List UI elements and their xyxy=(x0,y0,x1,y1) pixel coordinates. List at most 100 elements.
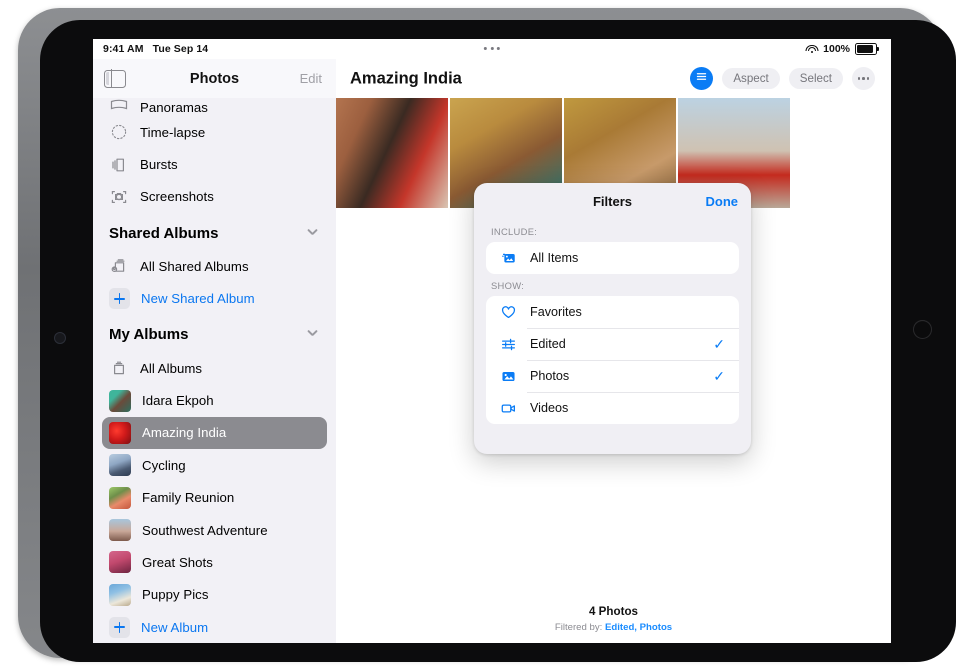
plus-icon xyxy=(109,616,130,638)
sidebar-item-new-shared-album[interactable]: New Shared Album xyxy=(102,283,327,315)
handle-dot xyxy=(490,47,494,51)
chevron-down-icon[interactable] xyxy=(307,228,318,239)
sidebar-item-screenshots[interactable]: Screenshots xyxy=(102,181,327,213)
side-sensor-icon xyxy=(54,332,66,344)
sidebar-item-southwest-adventure[interactable]: Southwest Adventure xyxy=(102,514,327,546)
shared-album-icon xyxy=(109,256,129,276)
ipad-screen: 9:41 AM Tue Sep 14 100% Photos Edit Pano… xyxy=(93,39,891,643)
main-toolbar: Amazing India Aspect Select xyxy=(336,59,891,98)
main-footer: 4 Photos Filtered by: Edited, Photos xyxy=(336,605,891,633)
status-date: Tue Sep 14 xyxy=(152,43,209,55)
sidebar-item-label: Cycling xyxy=(142,457,186,473)
handle-dot xyxy=(483,47,488,51)
sidebar-title: Photos xyxy=(189,70,240,87)
timelapse-icon xyxy=(109,122,129,142)
sidebar-item-label: Time-lapse xyxy=(140,124,206,140)
sidebar-item-great-shots[interactable]: Great Shots xyxy=(102,546,327,578)
album-thumbnail xyxy=(109,519,131,542)
sidebar-scroll-area[interactable]: Panoramas Time-lapse Bursts Screenshots … xyxy=(93,98,336,643)
sidebar-item-puppy-pics[interactable]: Puppy Pics xyxy=(102,579,327,611)
photo-thumbnail-woman-in-red-sari[interactable] xyxy=(336,98,448,208)
photo-icon xyxy=(500,368,517,385)
sidebar-item-label: New Album xyxy=(141,619,209,635)
album-thumbnail xyxy=(109,389,131,412)
filtered-by-value[interactable]: Edited, Photos xyxy=(605,622,672,633)
sidebar-item-label: Screenshots xyxy=(140,189,214,205)
sidebar-item-label: New Shared Album xyxy=(141,291,255,307)
filter-option-edited[interactable]: Edited ✓ xyxy=(486,328,739,360)
sidebar-item-label: Idara Ekpoh xyxy=(142,393,214,409)
handle-dot xyxy=(496,47,501,51)
popup-bottom-padding xyxy=(474,424,751,454)
filter-option-label: Videos xyxy=(530,401,569,415)
sidebar-item-bursts[interactable]: Bursts xyxy=(102,148,327,180)
front-camera-icon xyxy=(913,320,932,339)
filter-option-label: Edited xyxy=(530,337,566,351)
sidebar-section-shared-albums[interactable]: Shared Albums xyxy=(102,216,327,250)
sidebar-item-label: All Albums xyxy=(140,360,203,376)
panorama-icon xyxy=(109,98,129,115)
screenshots-icon xyxy=(109,187,129,207)
chevron-down-icon[interactable] xyxy=(307,329,318,340)
bursts-icon xyxy=(109,155,129,175)
aspect-button[interactable]: Aspect xyxy=(722,68,780,89)
sidebar-section-my-albums[interactable]: My Albums xyxy=(102,318,327,352)
album-thumbnail xyxy=(109,486,131,509)
filter-button[interactable] xyxy=(690,67,714,90)
sidebar-edit-button[interactable]: Edit xyxy=(300,71,322,86)
sidebar-item-family-reunion[interactable]: Family Reunion xyxy=(102,482,327,514)
battery-percent: 100% xyxy=(823,43,850,55)
include-section-label: INCLUDE: xyxy=(491,226,538,237)
sidebar-item-new-album[interactable]: New Album xyxy=(102,611,327,643)
wifi-icon xyxy=(805,44,819,54)
sidebar-item-time-lapse[interactable]: Time-lapse xyxy=(102,116,327,148)
section-title: Shared Albums xyxy=(109,224,219,242)
check-icon: ✓ xyxy=(713,368,725,384)
dot xyxy=(866,77,870,80)
album-thumbnail xyxy=(109,454,131,477)
filter-option-photos[interactable]: Photos ✓ xyxy=(486,360,739,392)
sidebar-item-label: Bursts xyxy=(140,157,178,173)
sidebar-item-label: All Shared Albums xyxy=(140,258,249,274)
battery-full-icon xyxy=(855,43,879,55)
sidebar-toggle-icon[interactable] xyxy=(104,69,126,88)
show-section-label: SHOW: xyxy=(491,280,525,291)
filter-option-videos[interactable]: Videos xyxy=(486,392,739,424)
check-icon: ✓ xyxy=(713,336,725,352)
albums-icon xyxy=(109,358,129,378)
sidebar-item-cycling[interactable]: Cycling xyxy=(102,449,327,481)
show-options-group: Favorites Edited ✓ Photos ✓ Videos xyxy=(486,296,739,424)
photo-count: 4 Photos xyxy=(589,605,638,618)
filter-option-label: Photos xyxy=(530,369,570,383)
status-bar-left: 9:41 AM Tue Sep 14 xyxy=(103,43,208,55)
dot xyxy=(862,77,865,80)
window-drag-handle[interactable] xyxy=(483,47,501,51)
sidebar: Photos Edit Panoramas Time-lapse Bursts … xyxy=(93,59,336,643)
album-thumbnail xyxy=(109,551,131,574)
page-title: Amazing India xyxy=(350,69,462,87)
more-dots-icon[interactable] xyxy=(852,67,875,90)
album-thumbnail xyxy=(109,421,131,444)
screenshot-root: 9:41 AM Tue Sep 14 100% Photos Edit Pano… xyxy=(0,0,960,666)
sidebar-item-panoramas[interactable]: Panoramas xyxy=(102,98,327,116)
dot xyxy=(857,77,861,80)
filter-sliders-icon xyxy=(695,70,708,88)
sidebar-item-label: Panoramas xyxy=(140,100,208,115)
sidebar-header: Photos Edit xyxy=(93,59,336,98)
sidebar-item-idara-ekpoh[interactable]: Idara Ekpoh xyxy=(102,384,327,416)
include-options-group: All Items xyxy=(486,242,739,274)
status-bar: 9:41 AM Tue Sep 14 100% xyxy=(93,39,891,59)
filters-popup-title: Filters xyxy=(592,194,632,209)
sidebar-item-all-albums[interactable]: All Albums xyxy=(102,352,327,384)
filter-option-favorites[interactable]: Favorites xyxy=(486,296,739,328)
sidebar-item-amazing-india[interactable]: Amazing India xyxy=(102,416,327,450)
status-bar-right: 100% xyxy=(805,43,879,55)
plus-icon xyxy=(109,288,130,310)
filters-done-button[interactable]: Done xyxy=(706,194,739,209)
select-button[interactable]: Select xyxy=(788,68,843,89)
filter-option-all-items[interactable]: All Items xyxy=(486,242,739,274)
filtered-by-prefix: Filtered by: xyxy=(554,622,605,633)
sidebar-item-all-shared-albums[interactable]: All Shared Albums xyxy=(102,250,327,282)
all-items-icon xyxy=(500,250,517,267)
sidebar-item-label: Southwest Adventure xyxy=(142,522,268,538)
